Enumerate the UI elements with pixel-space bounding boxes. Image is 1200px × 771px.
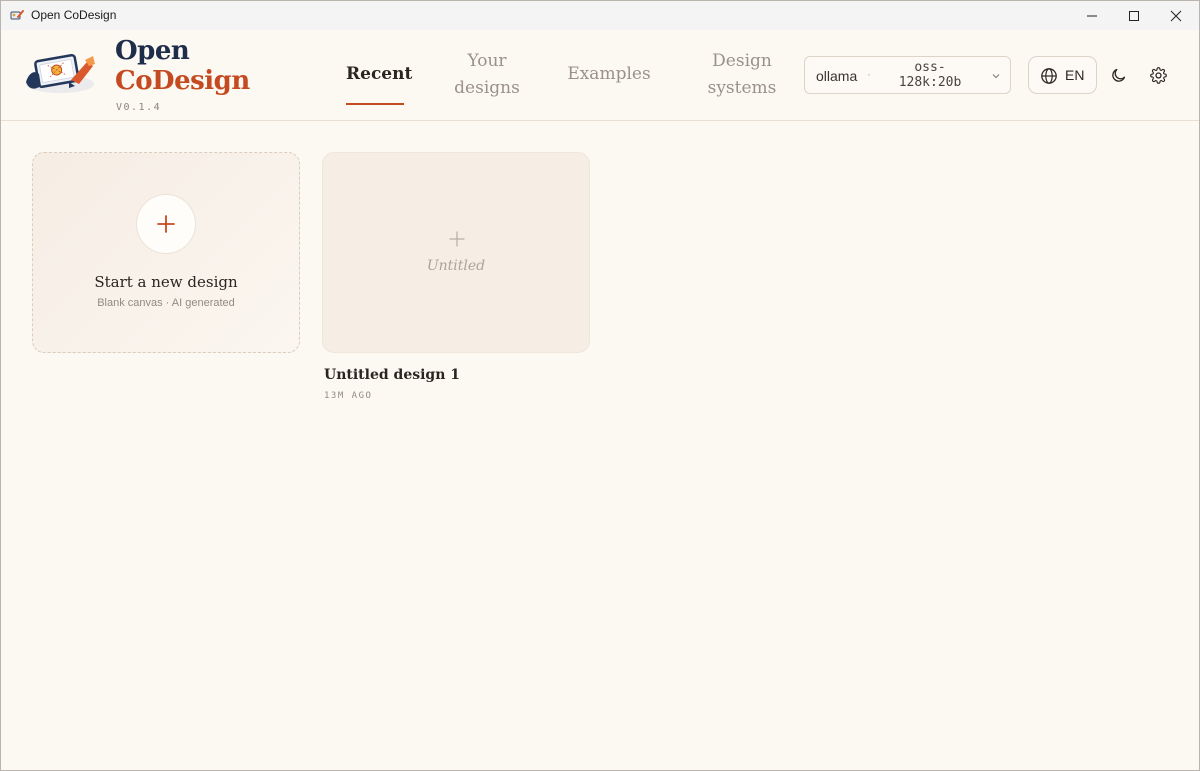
app-header: Open CoDesign V0.1.4 Recent Your designs… — [1, 30, 1199, 121]
plus-icon — [157, 215, 175, 233]
design-timestamp: 13M AGO — [324, 391, 373, 401]
tab-examples-label: Examples — [567, 64, 651, 84]
model-separator: · — [867, 67, 871, 81]
globe-icon — [1041, 68, 1057, 84]
design-thumbnail[interactable]: Untitled — [322, 152, 590, 353]
design-thumbnail-label: Untitled — [426, 258, 486, 274]
close-icon — [1170, 10, 1182, 21]
model-selector[interactable]: ollama · oss-128k:20b — [804, 56, 1011, 94]
theme-toggle-button[interactable] — [1106, 62, 1132, 88]
app-window: Open CoDesign Open CoDesign V0.1.4 Recen… — [0, 0, 1200, 771]
brand-logo-icon — [26, 53, 95, 93]
new-design-card[interactable]: Start a new design Blank canvas · AI gen… — [32, 152, 300, 353]
language-label: EN — [1065, 67, 1085, 83]
window-title: Open CoDesign — [31, 8, 117, 22]
tab-recent[interactable]: Recent — [346, 61, 412, 105]
tab-design-systems-label: Design systems — [707, 51, 777, 98]
new-design-title: Start a new design — [94, 273, 238, 291]
plus-icon — [449, 231, 465, 247]
brand-name-line2: CoDesign — [115, 66, 250, 96]
tab-examples[interactable]: Examples — [564, 61, 654, 88]
tab-design-systems[interactable]: Design systems — [701, 48, 783, 102]
moon-icon — [1112, 68, 1126, 82]
new-design-subtitle: Blank canvas · AI generated — [97, 297, 235, 309]
new-design-plus-button[interactable] — [136, 194, 196, 254]
tab-your-designs-label: Your designs — [454, 51, 520, 98]
version-label: V0.1.4 — [116, 102, 162, 113]
model-provider: ollama — [816, 68, 858, 84]
minimize-button[interactable] — [1069, 1, 1115, 30]
brand-name-line1: Open — [115, 36, 190, 66]
tab-your-designs[interactable]: Your designs — [448, 48, 526, 102]
language-button[interactable]: EN — [1028, 56, 1097, 94]
title-bar[interactable]: Open CoDesign — [1, 1, 1199, 30]
tab-recent-label: Recent — [346, 64, 413, 84]
maximize-button[interactable] — [1111, 1, 1157, 30]
chevron-down-icon — [992, 74, 1000, 79]
gear-icon — [1149, 66, 1167, 84]
maximize-icon — [1129, 10, 1139, 21]
active-tab-indicator — [346, 103, 404, 105]
close-button[interactable] — [1153, 1, 1199, 30]
settings-button[interactable] — [1145, 62, 1171, 88]
minimize-icon — [1087, 15, 1097, 16]
model-name: oss-128k:20b — [898, 60, 962, 90]
app-logo-icon — [10, 10, 24, 20]
design-name: Untitled design 1 — [324, 367, 461, 383]
design-card[interactable]: Untitled Untitled design 1 13M AGO — [322, 152, 590, 401]
